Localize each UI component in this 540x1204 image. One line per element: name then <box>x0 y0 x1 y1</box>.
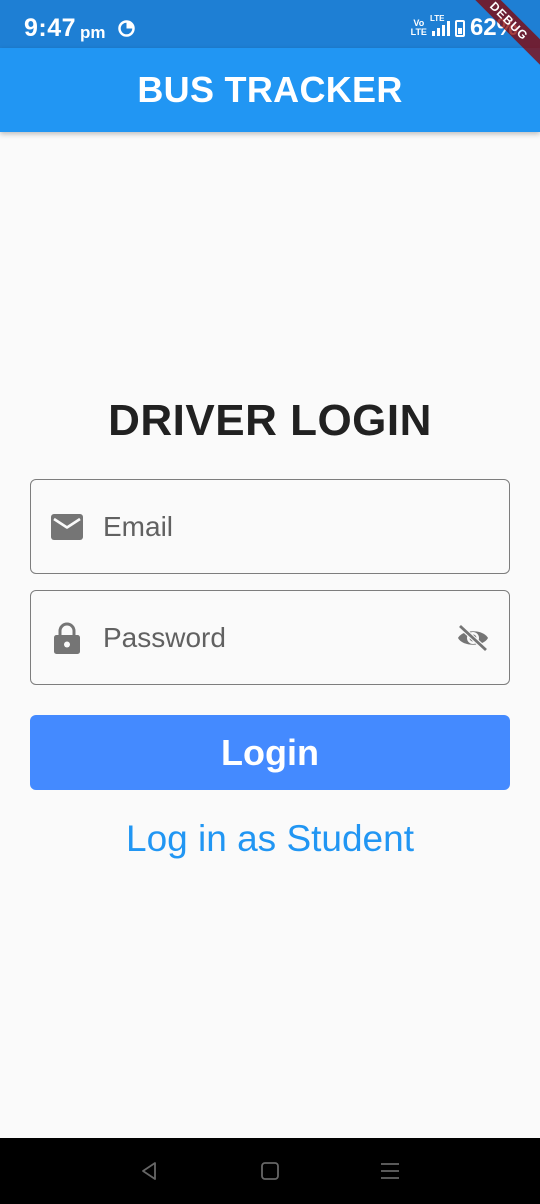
back-icon[interactable] <box>130 1151 170 1191</box>
mail-icon <box>51 511 83 543</box>
app-notification-icon <box>118 20 135 37</box>
app-title: BUS TRACKER <box>137 69 403 110</box>
menu-icon[interactable] <box>370 1151 410 1191</box>
login-button[interactable]: Login <box>30 715 510 790</box>
app-bar: BUS TRACKER <box>0 48 540 132</box>
system-nav-bar <box>0 1138 540 1204</box>
network-label: LTE <box>429 14 445 23</box>
volte-icon: Vo LTE <box>411 19 427 37</box>
visibility-off-icon[interactable] <box>455 620 491 656</box>
email-field[interactable] <box>30 479 510 574</box>
email-input[interactable] <box>103 502 449 552</box>
status-bar: 9:47 pm Vo LTE LTE 62% <box>0 0 540 48</box>
status-ampm: pm <box>80 23 106 42</box>
status-time: 9:47 <box>24 14 77 42</box>
lock-icon <box>51 622 83 654</box>
student-login-link[interactable]: Log in as Student <box>0 818 540 860</box>
page-heading: DRIVER LOGIN <box>108 396 432 445</box>
battery-icon <box>454 19 465 37</box>
screen: 9:47 pm Vo LTE LTE 62% DEBUG BUS TRACKER… <box>0 0 540 1204</box>
home-icon[interactable] <box>250 1151 290 1191</box>
lte-signal-icon: LTE <box>430 14 450 36</box>
volte-bottom-label: LTE <box>410 27 427 37</box>
password-input[interactable] <box>103 613 449 663</box>
password-field[interactable] <box>30 590 510 685</box>
